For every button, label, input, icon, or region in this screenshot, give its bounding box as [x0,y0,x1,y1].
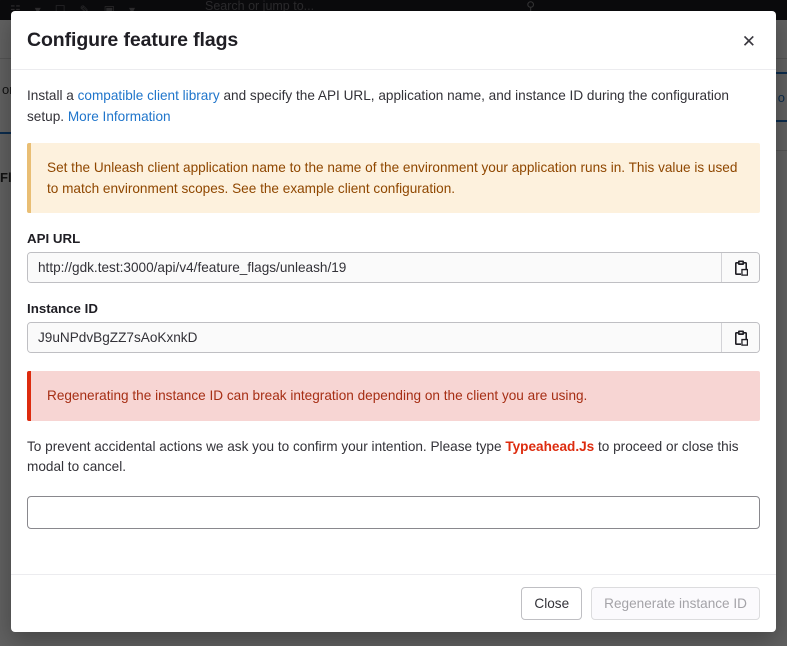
confirm-before: To prevent accidental actions we ask you… [27,438,506,454]
instance-id-input-row [27,322,760,354]
api-url-input[interactable] [28,253,721,283]
unleash-warning-alert: Set the Unleash client application name … [27,143,760,214]
intro-paragraph: Install a compatible client library and … [27,86,760,127]
instance-id-field-group: Instance ID [27,301,760,354]
confirmation-phrase: Typeahead.Js [505,438,595,454]
modal-body: Install a compatible client library and … [11,70,776,574]
api-url-field-group: API URL [27,231,760,284]
api-url-label: API URL [27,231,81,247]
api-url-input-row [27,252,760,284]
instance-id-input[interactable] [28,323,721,353]
more-information-link[interactable]: More Information [68,109,171,124]
close-button[interactable]: Close [521,586,583,620]
confirmation-input[interactable] [27,495,760,529]
clipboard-copy-icon[interactable] [721,323,759,353]
modal-header: Configure feature flags ✕ [11,11,776,70]
confirmation-instructions: To prevent accidental actions we ask you… [27,437,760,478]
regenerate-danger-alert: Regenerating the instance ID can break i… [27,371,760,421]
compatible-client-library-link[interactable]: compatible client library [78,88,220,103]
regenerate-instance-id-button[interactable]: Regenerate instance ID [591,586,760,620]
intro-lead: Install a [27,88,78,103]
instance-id-label: Instance ID [27,301,98,317]
modal-footer: Close Regenerate instance ID [11,573,776,632]
clipboard-copy-icon[interactable] [721,253,759,283]
configure-feature-flags-modal: Configure feature flags ✕ Install a comp… [11,11,776,632]
close-icon[interactable]: ✕ [738,30,760,53]
modal-title: Configure feature flags [27,29,239,51]
